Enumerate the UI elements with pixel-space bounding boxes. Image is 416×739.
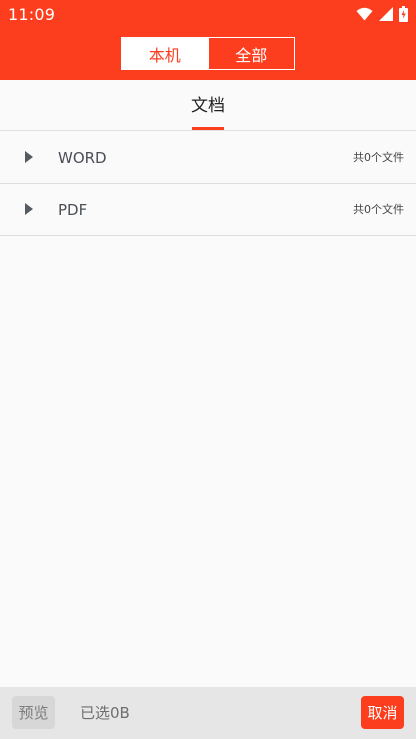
group-file-count: 共0个文件 — [353, 203, 404, 216]
cancel-button[interactable]: 取消 — [361, 696, 404, 729]
header-bar: 11:09 本机 全部 — [0, 0, 416, 80]
list-item-pdf[interactable]: PDF 共0个文件 — [0, 184, 416, 236]
triangle-right-icon — [25, 203, 33, 215]
wifi-icon — [356, 7, 373, 21]
selected-size-text: 已选0B — [80, 704, 130, 722]
group-label: WORD — [58, 149, 107, 167]
bottom-action-bar: 预览 已选0B 取消 — [0, 687, 416, 739]
battery-charging-icon — [399, 6, 408, 22]
cellular-signal-icon — [379, 7, 393, 21]
status-icons — [356, 4, 408, 24]
tab-documents[interactable]: 文档 — [0, 80, 416, 131]
category-tab-bar: 文档 — [0, 80, 416, 131]
file-picker-screen: 11:09 本机 全部 文档 WORD 共0个文件 PDF 共0个文件 预览 已… — [0, 0, 416, 739]
list-item-word[interactable]: WORD 共0个文件 — [0, 132, 416, 184]
tab-active-indicator — [192, 127, 224, 130]
status-time: 11:09 — [8, 5, 56, 24]
tab-documents-label: 文档 — [191, 96, 225, 116]
file-group-list: WORD 共0个文件 PDF 共0个文件 — [0, 132, 416, 236]
tab-all[interactable]: 全部 — [207, 38, 295, 69]
tab-local[interactable]: 本机 — [122, 38, 208, 69]
group-file-count: 共0个文件 — [353, 151, 404, 164]
triangle-right-icon — [25, 151, 33, 163]
preview-button[interactable]: 预览 — [12, 696, 55, 729]
group-label: PDF — [58, 201, 88, 219]
source-segmented-control: 本机 全部 — [121, 37, 295, 70]
